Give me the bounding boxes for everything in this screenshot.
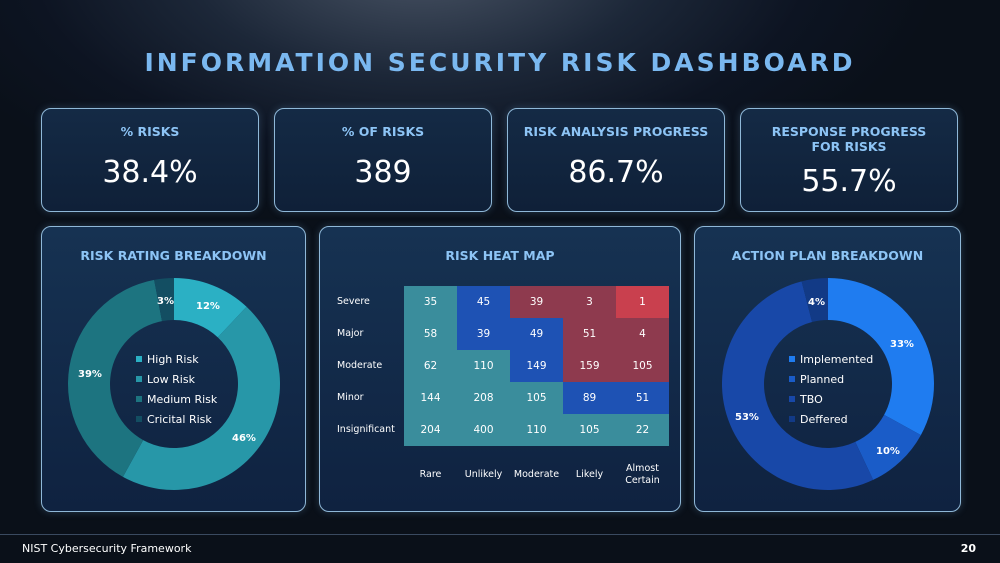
heatmap-cell: 45: [457, 286, 510, 318]
kpi-card-risks-percent: % RISKS 38.4%: [41, 108, 259, 212]
legend-item-critical-risk: Cricital Risk: [136, 410, 217, 430]
slice-label-critical: 3%: [157, 296, 174, 307]
heatmap-cell: 400: [457, 414, 510, 446]
slice-label-medium: 39%: [78, 369, 102, 380]
legend-swatch: [789, 416, 795, 422]
risk-rating-panel: RISK RATING BREAKDOWN High Risk Low Risk…: [41, 226, 306, 512]
panel-title: RISK HEAT MAP: [445, 248, 555, 263]
heatmap-cell: 105: [510, 382, 563, 414]
legend-swatch: [789, 356, 795, 362]
heatmap-cell: 110: [510, 414, 563, 446]
heatmap-cell: 110: [457, 350, 510, 382]
heatmap-cell: 49: [510, 318, 563, 350]
kpi-value: 55.7%: [801, 164, 897, 199]
kpi-value: 86.7%: [568, 155, 664, 190]
heatmap-cell: 35: [404, 286, 457, 318]
heatmap-cell: 58: [404, 318, 457, 350]
legend-item-tbo: TBO: [789, 390, 873, 410]
legend-swatch: [136, 376, 142, 382]
heatmap-cell: 105: [616, 350, 669, 382]
page-number: 20: [960, 542, 976, 555]
legend-swatch: [136, 416, 142, 422]
heatmap-cell: 51: [563, 318, 616, 350]
heatmap-cell: 159: [563, 350, 616, 382]
legend-item-planned: Planned: [789, 370, 873, 390]
legend-item-deffered: Deffered: [789, 410, 873, 430]
slice-label-low: 46%: [232, 433, 256, 444]
heatmap-column-label: Almost Certain: [625, 463, 660, 486]
heatmap-cell: 149: [510, 350, 563, 382]
slice-label-implemented: 33%: [890, 339, 914, 350]
legend-label: Deffered: [800, 413, 848, 426]
kpi-label: % OF RISKS: [341, 124, 425, 139]
page-title: INFORMATION SECURITY RISK DASHBOARD: [144, 48, 856, 77]
kpi-label: % RISKS: [120, 124, 180, 139]
heatmap-row-label: Moderate: [337, 360, 383, 371]
kpi-label: RISK ANALYSIS PROGRESS: [523, 124, 709, 139]
legend-item-implemented: Implemented: [789, 350, 873, 370]
kpi-card-analysis-progress: RISK ANALYSIS PROGRESS 86.7%: [507, 108, 725, 212]
slice-label-high: 12%: [196, 301, 220, 312]
heatmap-row-label: Severe: [337, 296, 370, 307]
legend-label: High Risk: [147, 353, 199, 366]
legend-label: TBO: [800, 393, 823, 406]
action-plan-panel: ACTION PLAN BREAKDOWN Implemented Planne…: [694, 226, 961, 512]
heatmap-cell: 204: [404, 414, 457, 446]
slice-label-tbo: 53%: [735, 412, 759, 423]
kpi-card-response-progress: RESPONSE PROGRESS FOR RISKS 55.7%: [740, 108, 958, 212]
legend-label: Planned: [800, 373, 845, 386]
heatmap-cell: 144: [404, 382, 457, 414]
kpi-label: FOR RISKS: [811, 139, 887, 154]
legend-item-high-risk: High Risk: [136, 350, 217, 370]
heatmap-column-label: Rare: [419, 469, 442, 480]
heatmap-cell: 208: [457, 382, 510, 414]
heatmap-cell: 4: [616, 318, 669, 350]
legend-label: Medium Risk: [147, 393, 218, 406]
legend-item-low-risk: Low Risk: [136, 370, 217, 390]
heatmap-cell: 39: [457, 318, 510, 350]
legend-swatch: [136, 356, 142, 362]
legend-swatch: [789, 396, 795, 402]
legend-swatch: [789, 376, 795, 382]
kpi-label: RESPONSE PROGRESS: [771, 124, 927, 139]
heatmap-column-label: Likely: [575, 469, 604, 480]
heatmap-row-label: Insignificant: [337, 424, 395, 435]
action-plan-legend: Implemented Planned TBO Deffered: [789, 350, 873, 430]
heatmap-column-label: Unlikely: [464, 469, 503, 480]
legend-label: Low Risk: [147, 373, 195, 386]
heatmap-cell: 1: [616, 286, 669, 318]
slice-label-deffered: 4%: [808, 297, 825, 308]
kpi-card-risk-count: % OF RISKS 389: [274, 108, 492, 212]
kpi-value: 38.4%: [102, 155, 198, 190]
heatmap-column-label: Moderate: [513, 469, 560, 480]
legend-label: Cricital Risk: [147, 413, 212, 426]
heatmap-row-label: Major: [337, 328, 364, 339]
risk-rating-legend: High Risk Low Risk Medium Risk Cricital …: [136, 350, 217, 430]
heatmap-cell: 62: [404, 350, 457, 382]
heatmap-cell: 22: [616, 414, 669, 446]
legend-label: Implemented: [800, 353, 874, 366]
heatmap-cell: 105: [563, 414, 616, 446]
heatmap-cell: 89: [563, 382, 616, 414]
heatmap-cell: 39: [510, 286, 563, 318]
heatmap-cell: 3: [563, 286, 616, 318]
legend-item-medium-risk: Medium Risk: [136, 390, 217, 410]
heatmap-cell: 51: [616, 382, 669, 414]
footer-source: NIST Cybersecurity Framework: [22, 542, 192, 555]
risk-heat-map-panel: RISK HEAT MAP Severe 35 45 39 3 1 Major 58 39 49 5…: [319, 226, 681, 512]
heatmap-row-label: Minor: [337, 392, 364, 403]
slice-label-planned: 10%: [876, 446, 900, 457]
kpi-value: 389: [354, 155, 412, 190]
footer-divider: [0, 534, 1000, 535]
legend-swatch: [136, 396, 142, 402]
